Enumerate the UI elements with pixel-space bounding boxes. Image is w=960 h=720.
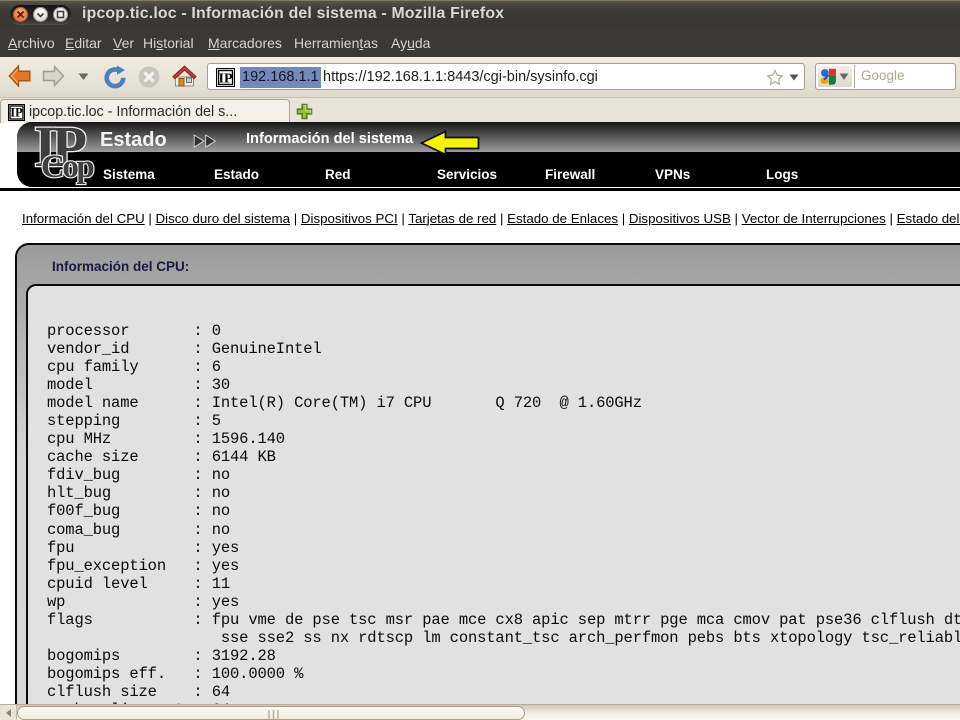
svg-text:IP: IP [10,106,23,120]
svg-text:IP: IP [219,72,233,87]
svg-text:Cop: Cop [41,149,94,185]
